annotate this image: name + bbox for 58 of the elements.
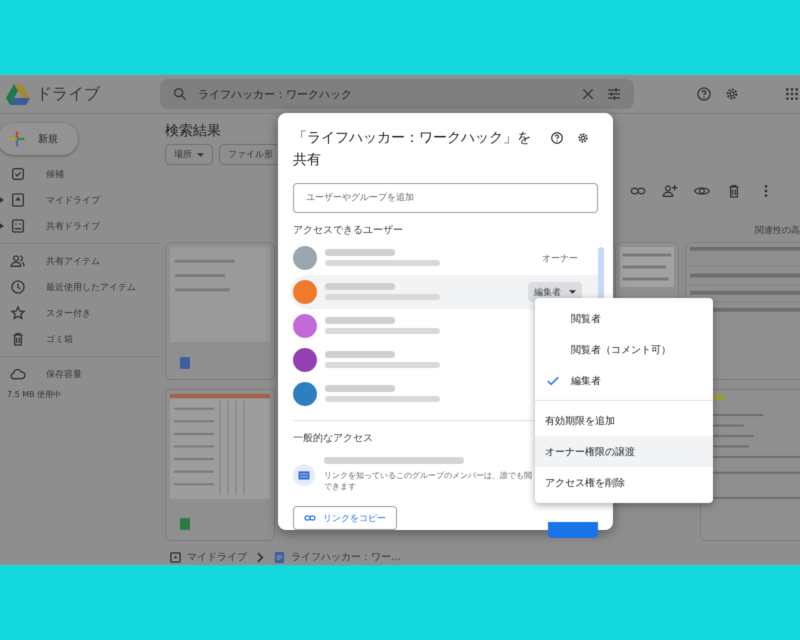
access-description: リンクを知っているこのグループのメンバーは、誰でも閲: [324, 470, 532, 481]
sidebar-item[interactable]: ゴミ箱: [0, 326, 160, 352]
star-icon: [10, 305, 26, 321]
access-description: できます: [324, 481, 357, 492]
menu-item[interactable]: 編集者: [535, 365, 713, 396]
document-thumbnail-drawing: [620, 247, 674, 287]
chevron-right-icon: [257, 552, 264, 562]
new-button[interactable]: 新規: [0, 123, 78, 155]
building-icon: [293, 464, 315, 486]
spreadsheet-icon: [180, 518, 190, 530]
section-heading: 一般的なアクセス: [293, 432, 374, 445]
cloud-icon: [10, 366, 26, 382]
sort-label[interactable]: 関連性の高: [755, 224, 800, 237]
sidebar-item[interactable]: 共有ドライブ: [0, 213, 160, 239]
results-heading: 検索結果: [165, 122, 221, 140]
sidebar-item[interactable]: 最近使用したアイテム: [0, 274, 160, 300]
app-name: ドライブ: [36, 84, 100, 104]
plus-icon: [8, 130, 26, 148]
menu-item[interactable]: 閲覧者（コメント可）: [535, 334, 713, 365]
search-icon: [172, 86, 188, 102]
search-field[interactable]: ライフハッカー：ワークハック: [160, 79, 634, 109]
settings-icon[interactable]: [576, 131, 590, 145]
sidebar-item[interactable]: マイドライブ: [0, 187, 160, 213]
document-icon: [274, 552, 285, 562]
drive-icon: [170, 552, 181, 562]
checkbox-icon: [10, 166, 26, 182]
sidebar-item[interactable]: 保存容量: [0, 361, 160, 387]
breadcrumb-item[interactable]: マイドライブ: [170, 550, 247, 564]
apps-icon[interactable]: [784, 86, 800, 102]
sidebar-item[interactable]: 共有アイテム: [0, 248, 160, 274]
copy-link-button[interactable]: リンクをコピー: [293, 506, 397, 530]
section-heading: アクセスできるユーザー: [293, 224, 404, 238]
add-people-field[interactable]: ユーザーやグループを追加: [293, 183, 598, 214]
clock-icon: [10, 279, 26, 295]
breadcrumb-item[interactable]: ライフハッカー：ワー...: [274, 550, 401, 564]
add-person-icon[interactable]: [662, 183, 678, 199]
menu-item[interactable]: オーナー権限の譲渡: [535, 436, 713, 467]
clear-icon[interactable]: [580, 86, 596, 102]
filter-chip[interactable]: 場所: [165, 144, 213, 165]
sidebar-item[interactable]: 候補: [0, 161, 160, 187]
caret-icon: [569, 290, 576, 294]
caret-icon: [197, 152, 204, 156]
document-icon: [180, 357, 190, 369]
dialog-title: 「ライフハッカー：ワークハック」を共有: [293, 129, 532, 170]
drive-icon: [10, 192, 26, 208]
drive-logo-icon: [6, 84, 30, 104]
file-card[interactable]: [700, 389, 800, 541]
sidebar-item[interactable]: スター付き: [0, 300, 160, 326]
storage-usage: 7.5 MB 使用中: [6, 389, 62, 400]
people-icon: [10, 253, 26, 269]
person-row[interactable]: 編集者: [290, 275, 598, 310]
expand-arrow-icon[interactable]: [0, 223, 4, 229]
role-label: オーナー: [542, 252, 578, 265]
tune-icon[interactable]: [606, 86, 622, 102]
menu-item[interactable]: 有効期限を追加: [535, 405, 713, 436]
help-icon[interactable]: [550, 131, 564, 145]
expand-arrow-icon[interactable]: [0, 197, 4, 203]
menu-item[interactable]: アクセス権を削除: [535, 467, 713, 498]
